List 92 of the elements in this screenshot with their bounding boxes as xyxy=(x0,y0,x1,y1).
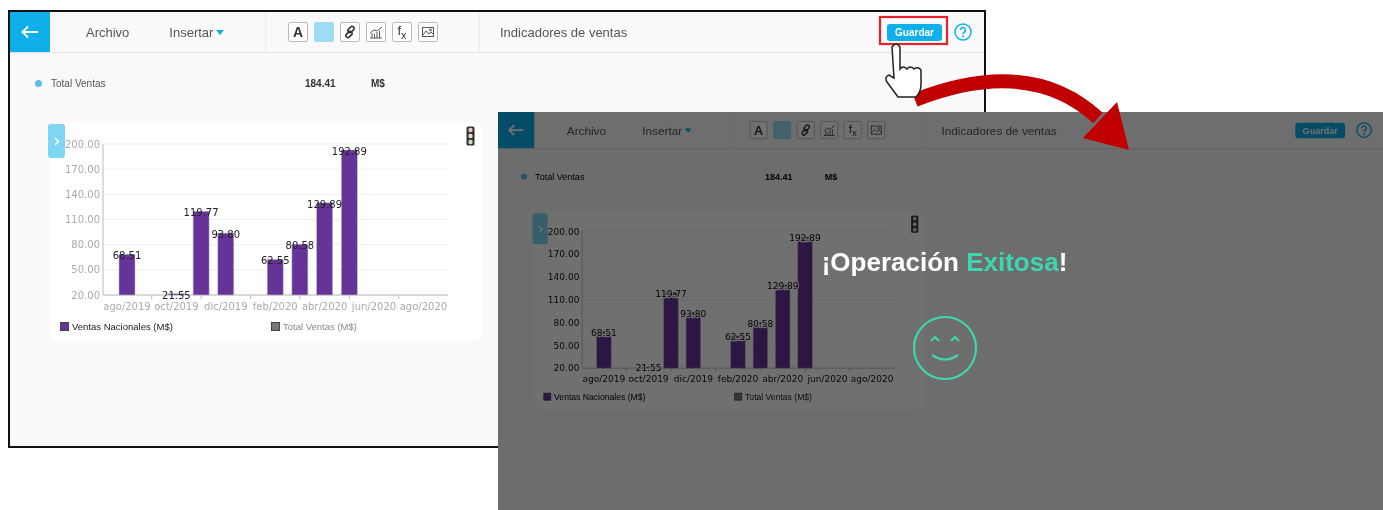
value-label: 192.89 xyxy=(331,145,367,157)
axis-label: ago/2019 xyxy=(103,301,151,312)
axis-label: abr/2020 xyxy=(301,301,348,312)
traffic-light-icon[interactable] xyxy=(466,126,475,146)
menu-item[interactable]: Insertar xyxy=(169,24,225,40)
help-icon[interactable] xyxy=(954,23,972,41)
chart-icon xyxy=(822,123,836,137)
link-button[interactable] xyxy=(340,22,360,42)
menu-item[interactable]: Insertar xyxy=(642,123,693,137)
highlight-frame xyxy=(878,15,949,46)
axis-label: oct/2019 xyxy=(154,301,199,312)
indicator-dot-icon xyxy=(520,173,527,180)
menu-item[interactable]: Archivo xyxy=(86,24,130,40)
axis-label: 200.00 xyxy=(65,138,100,150)
axis-label: ago/2020 xyxy=(399,301,448,312)
chevron-icon xyxy=(537,224,543,233)
formula-button[interactable]: f$_{x}$ xyxy=(843,121,862,140)
indicator-unit: M$ xyxy=(371,77,385,89)
value-label: 93.80 xyxy=(211,229,241,241)
image-icon xyxy=(421,25,435,39)
text-tool-button[interactable]: A xyxy=(288,22,308,42)
axis-label: 20.00 xyxy=(71,289,100,301)
legend-label[interactable]: Total Ventas (M$) xyxy=(283,321,357,332)
axis-label: oct/2019 xyxy=(628,373,669,384)
indicator-dot-icon xyxy=(35,79,42,87)
back-button[interactable] xyxy=(498,112,535,149)
chart-button[interactable] xyxy=(366,22,386,42)
value-label: 21.55 xyxy=(635,363,662,374)
legend-label[interactable]: Total Ventas (M$) xyxy=(745,391,812,402)
value-label: 62.55 xyxy=(725,332,751,343)
axis-label: 50.00 xyxy=(553,340,580,351)
axis-label: 170.00 xyxy=(547,249,580,260)
save-button[interactable]: Guardar xyxy=(887,23,942,41)
value-label: 119.77 xyxy=(183,207,219,219)
formula-button[interactable]: f$_{x}$ xyxy=(392,22,412,42)
back-arrow-icon xyxy=(507,123,525,137)
axis-label: 80.00 xyxy=(553,317,580,328)
value-label: 119.77 xyxy=(655,288,687,299)
value-label: 129.89 xyxy=(307,198,343,210)
menu-item[interactable]: Archivo xyxy=(566,123,606,137)
axis-label: 50.00 xyxy=(71,264,100,276)
indicator-label: Total Ventas xyxy=(51,77,107,89)
expand-button[interactable] xyxy=(48,124,65,158)
value-label: 129.89 xyxy=(766,281,799,292)
help-icon[interactable] xyxy=(1355,121,1373,139)
value-label: 192.89 xyxy=(789,233,821,244)
value-label: 68.51 xyxy=(112,250,142,262)
axis-label: dic/2019 xyxy=(204,301,248,312)
axis-label: feb/2020 xyxy=(252,301,298,312)
axis-label: 110.00 xyxy=(65,214,100,225)
axis-label: 20.00 xyxy=(553,363,580,374)
color-swatch[interactable] xyxy=(773,121,792,140)
link-icon xyxy=(799,123,813,137)
smiley-icon xyxy=(911,315,978,381)
value-label: 21.55 xyxy=(162,289,191,301)
indicator-label: Total Ventas xyxy=(535,171,586,182)
back-arrow-icon xyxy=(21,25,39,39)
indicator-unit: M$ xyxy=(824,171,838,182)
back-button[interactable] xyxy=(10,12,50,52)
image-icon xyxy=(869,123,883,137)
legend-label[interactable]: Ventas Nacionales (M$) xyxy=(554,391,646,402)
value-label: 62.55 xyxy=(260,255,290,267)
value-label: 93.80 xyxy=(680,308,707,319)
color-swatch[interactable] xyxy=(314,22,334,42)
value-label: 80.58 xyxy=(747,318,774,329)
axis-label: dic/2019 xyxy=(673,373,713,384)
value-label: 68.51 xyxy=(590,327,617,338)
axis-label: abr/2020 xyxy=(762,373,804,384)
chart-icon xyxy=(369,25,383,39)
axis-label: feb/2020 xyxy=(717,373,759,384)
expand-button[interactable] xyxy=(532,213,548,245)
page-title: Indicadores de ventas xyxy=(499,24,628,40)
legend-label[interactable]: Ventas Nacionales (M$) xyxy=(72,321,173,332)
axis-label: 110.00 xyxy=(547,294,580,305)
axis-label: 140.00 xyxy=(65,188,100,200)
success-message: ¡Operación Exitosa! xyxy=(821,247,1068,278)
axis-label: 170.00 xyxy=(65,163,100,175)
value-label: 80.58 xyxy=(285,240,315,252)
axis-label: 80.00 xyxy=(71,239,100,251)
axis-label: 140.00 xyxy=(547,272,580,283)
axis-label: ago/2019 xyxy=(582,373,626,384)
axis-label: ago/2020 xyxy=(850,373,894,384)
chevron-icon xyxy=(53,136,60,146)
page-title: Indicadores de ventas xyxy=(940,123,1057,137)
indicator-value: 184.41 xyxy=(764,171,794,182)
axis-label: 200.00 xyxy=(547,226,580,237)
image-button[interactable] xyxy=(418,22,438,42)
axis-label: jun/2020 xyxy=(807,373,848,384)
text-tool-button[interactable]: A xyxy=(749,121,768,140)
indicator-value: 184.41 xyxy=(305,77,337,89)
link-icon xyxy=(343,25,357,39)
axis-label: jun/2020 xyxy=(351,301,397,312)
